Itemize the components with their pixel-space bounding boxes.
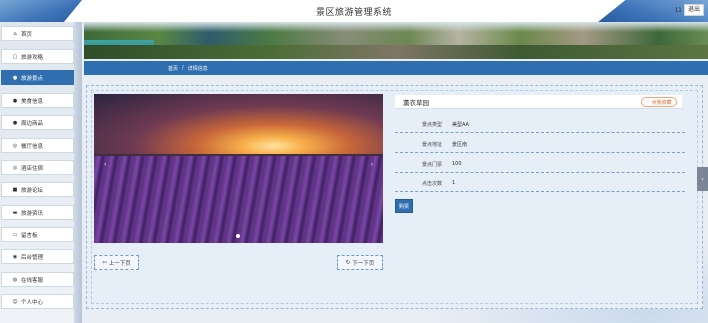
chevron-left-icon: ‹ (701, 175, 704, 183)
sidebar-item-news[interactable]: ▬ 旅游资讯 (1, 205, 74, 220)
heart-icon: ♡ (646, 99, 651, 105)
sidebar-item-hotels[interactable]: ◎ 酒店住宿 (1, 160, 74, 175)
message-icon: ▭ (12, 231, 18, 238)
info-value: 美型AA (452, 122, 469, 128)
sidebar-item-label: 留言板 (21, 232, 38, 239)
sidebar-item-travel-guide[interactable]: ▢ 旅游攻略 (1, 49, 74, 64)
info-label: 点击次数 (422, 181, 443, 187)
arrow-left-icon: ⇦ (102, 259, 107, 266)
next-page-label: 下一下页 (352, 260, 375, 267)
sidebar-item-food[interactable]: ● 美食信息 (1, 93, 74, 108)
carousel-prev-icon[interactable]: ‹ (104, 161, 106, 168)
favorite-label: 点我收藏 (651, 99, 672, 106)
breadcrumb-separator: / (182, 65, 184, 71)
restaurant-icon: ◎ (12, 142, 18, 149)
favorite-button[interactable]: ♡ 点我收藏 (641, 97, 677, 107)
user-icon: ☺ (12, 298, 18, 305)
attraction-name: 薰衣草园 (395, 95, 682, 109)
sidebar-item-forum[interactable]: ■ 旅游论坛 (1, 182, 74, 197)
info-label: 景点门票 (422, 162, 443, 168)
top-header: 景区旅游管理系统 11 退出 (0, 0, 708, 22)
forum-icon: ■ (12, 186, 18, 193)
next-page-button[interactable]: ↻ 下一下页 (337, 255, 383, 270)
news-icon: ▬ (12, 209, 18, 216)
arrow-right-icon: ↻ (345, 259, 351, 266)
sidebar-item-label: 后台管理 (21, 254, 44, 261)
sidebar-item-label: 餐厅信息 (21, 143, 44, 150)
sidebar-item-profile[interactable]: ☺ 个人中心 (1, 294, 74, 309)
sidebar: ⌂ 首页 ▢ 旅游攻略 ● 旅游景点 ● 美食信息 ● 周边商品 ◎ 餐厅信息 … (0, 22, 82, 323)
sidebar-item-customer-service[interactable]: ◍ 在线客服 (1, 272, 74, 287)
sidebar-item-label: 旅游攻略 (21, 54, 44, 61)
site-title: 景区旅游管理系统 (315, 8, 392, 18)
side-panel-toggle[interactable]: ‹ (697, 167, 708, 191)
sidebar-item-label: 旅游资讯 (21, 210, 44, 217)
info-label: 景点地址 (422, 142, 443, 148)
admin-icon: ◉ (12, 253, 18, 260)
breadcrumb-home[interactable]: 首页 (168, 65, 178, 72)
breadcrumb: 首页 / 详情信息 (84, 61, 708, 75)
info-row-click-count: 点击次数 1 (395, 174, 685, 192)
buy-ticket-button[interactable]: 购票 (395, 199, 413, 213)
shop-icon: ● (12, 119, 18, 126)
prev-page-button[interactable]: ⇦ 上一下页 (94, 255, 139, 270)
sidebar-item-label: 在线客服 (21, 277, 44, 284)
bag-icon: ▢ (12, 53, 18, 60)
info-row-address: 景点地址 景区南 (395, 135, 685, 153)
pin-icon: ● (12, 74, 18, 81)
sidebar-item-restaurants[interactable]: ◎ 餐厅信息 (1, 138, 74, 153)
sidebar-item-home[interactable]: ⌂ 首页 (1, 26, 74, 41)
sidebar-item-label: 首页 (21, 31, 33, 38)
user-id: 11 (674, 7, 682, 14)
info-row-ticket-price: 景点门票 100 (395, 155, 685, 173)
sidebar-item-label: 美食信息 (21, 98, 44, 105)
sidebar-item-label: 旅游论坛 (21, 187, 44, 194)
sidebar-item-admin[interactable]: ◉ 后台管理 (1, 249, 74, 264)
info-value: 100 (452, 161, 462, 167)
info-row-type: 景点类型 美型AA (395, 115, 685, 133)
sidebar-item-label: 个人中心 (21, 299, 44, 306)
carousel-indicator-dot[interactable] (236, 234, 240, 238)
logout-button[interactable]: 退出 (683, 4, 704, 16)
food-icon: ● (12, 97, 18, 104)
info-label: 景点类型 (422, 122, 443, 128)
sidebar-item-label: 酒店住宿 (21, 165, 44, 172)
sidebar-item-message-board[interactable]: ▭ 留言板 (1, 227, 74, 242)
carousel-next-icon[interactable]: › (371, 161, 373, 168)
info-value: 景区南 (452, 142, 468, 148)
attraction-photo-carousel[interactable]: ‹ › (94, 94, 383, 243)
service-icon: ◍ (12, 276, 18, 283)
home-icon: ⌂ (13, 30, 17, 37)
banner-image (84, 22, 708, 59)
sidebar-item-label: 周边商品 (21, 120, 44, 127)
prev-page-label: 上一下页 (108, 260, 131, 267)
hotel-icon: ◎ (12, 164, 18, 171)
sidebar-item-label: 旅游景点 (21, 75, 44, 82)
breadcrumb-current: 详情信息 (187, 65, 208, 72)
sidebar-item-attractions[interactable]: ● 旅游景点 (1, 70, 74, 85)
sidebar-item-products[interactable]: ● 周边商品 (1, 115, 74, 130)
info-value: 1 (452, 180, 456, 186)
